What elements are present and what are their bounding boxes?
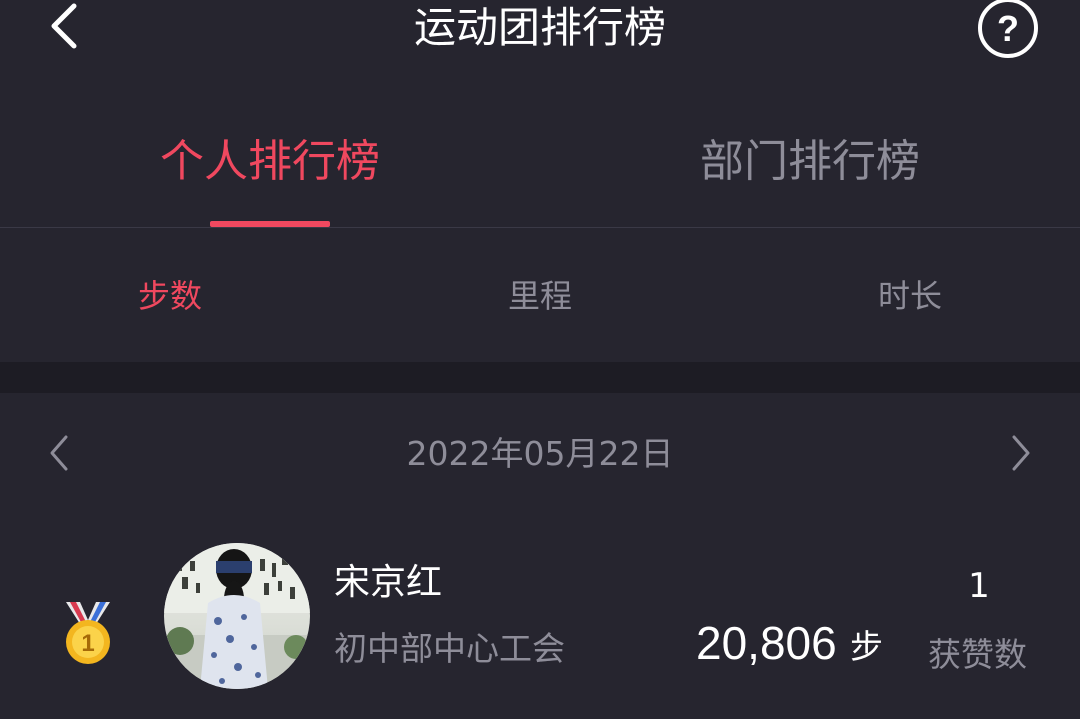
main-tabs: 个人排行榜 部门排行榜 — [0, 112, 1080, 228]
avatar[interactable] — [164, 543, 310, 689]
svg-text:1: 1 — [81, 630, 94, 657]
user-name: 宋京红 — [334, 562, 443, 603]
tab-steps[interactable]: 步数 — [70, 276, 270, 316]
like-label: 获赞数 — [928, 635, 1027, 674]
section-separator — [0, 362, 1080, 393]
like-count[interactable]: 1 — [940, 564, 1018, 608]
chevron-right-icon — [1012, 435, 1030, 471]
top-bar: 运动团排行榜 ? — [0, 0, 1080, 60]
tab-department-ranking[interactable]: 部门排行榜 — [630, 134, 990, 190]
help-button[interactable]: ? — [975, 0, 1041, 58]
date-navigator: 2022年05月22日 — [0, 393, 1080, 513]
page-title: 运动团排行榜 — [413, 3, 666, 52]
step-count: 20,806 — [696, 617, 837, 669]
question-circle-icon: ? — [978, 0, 1038, 58]
step-unit: 步 — [850, 627, 883, 666]
current-date: 2022年05月22日 — [406, 434, 674, 473]
metric-tabs: 步数 里程 时长 — [0, 228, 1080, 362]
user-department: 初中部中心工会 — [334, 629, 565, 668]
gold-medal-icon: 1 — [58, 598, 118, 668]
ranking-list-item[interactable]: 1 宋京红 初中部中心工会 20,806 步 1 获赞数 — [0, 530, 1080, 719]
svg-text:?: ? — [997, 8, 1019, 49]
tab-distance[interactable]: 里程 — [440, 276, 640, 316]
tab-personal-ranking[interactable]: 个人排行榜 — [90, 134, 450, 190]
next-date-button[interactable] — [1000, 431, 1040, 475]
tab-duration[interactable]: 时长 — [810, 276, 1010, 316]
